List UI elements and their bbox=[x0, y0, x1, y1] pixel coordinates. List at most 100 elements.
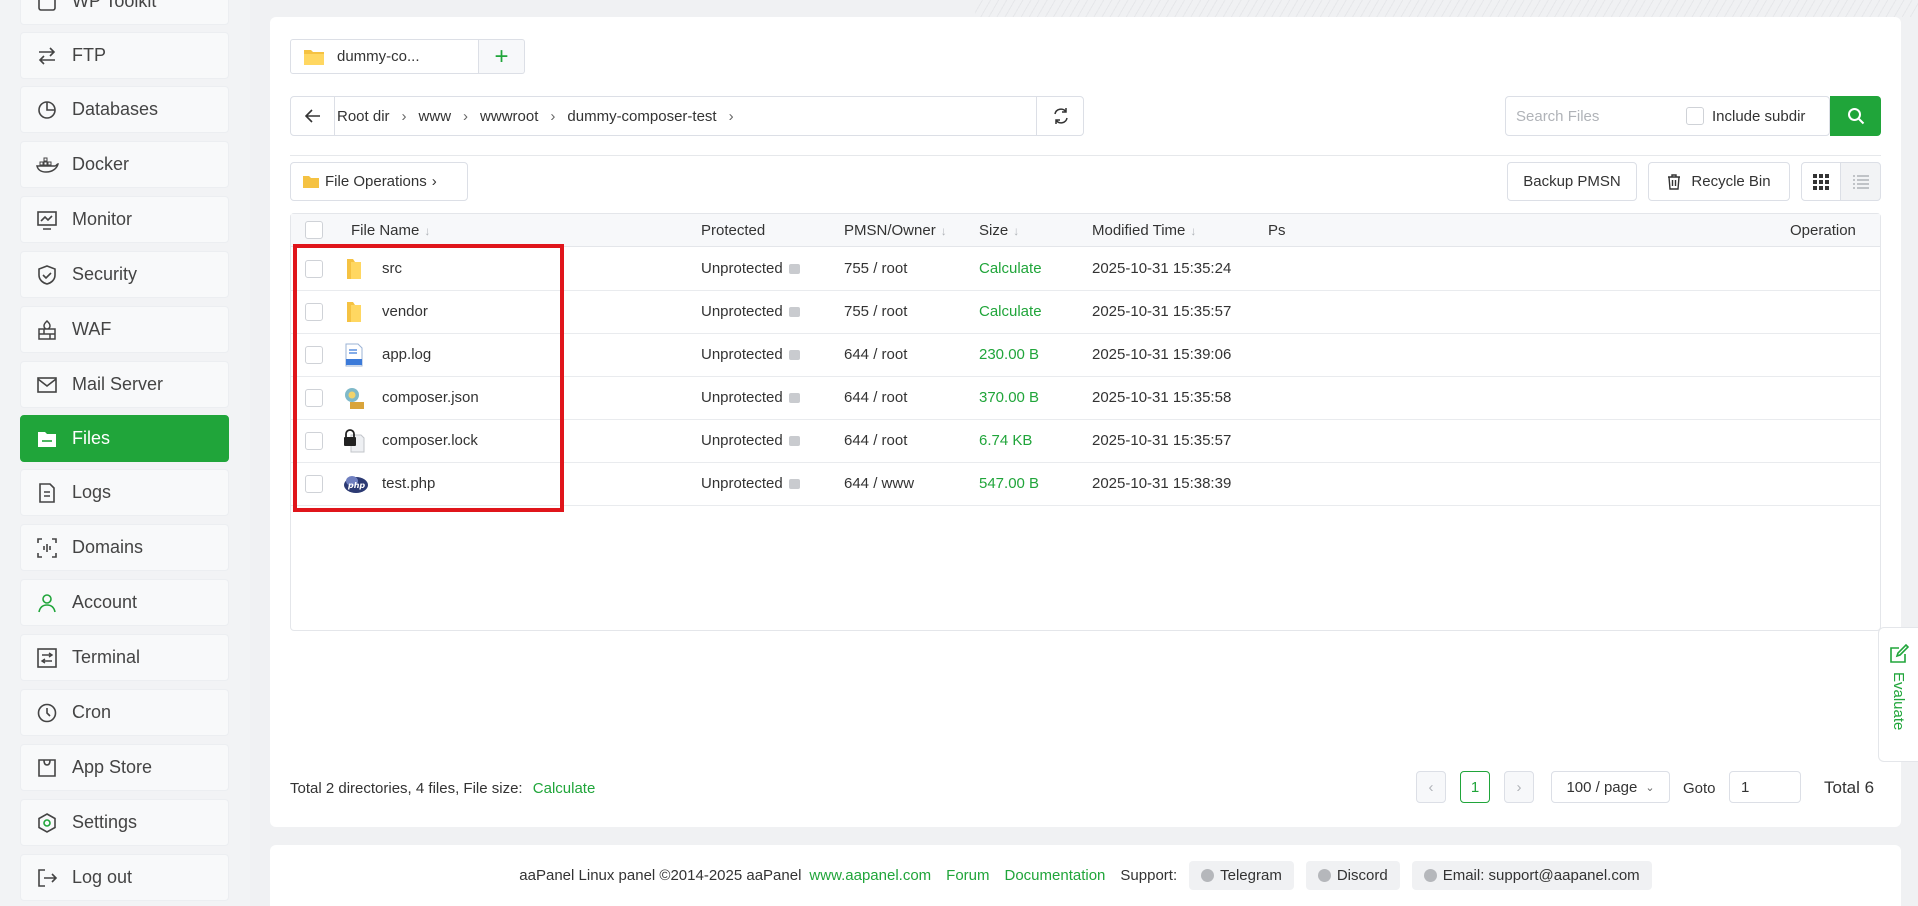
column-file-name[interactable]: File Name ↓ bbox=[351, 222, 430, 239]
discord-button[interactable]: Discord bbox=[1305, 861, 1400, 890]
documentation-link[interactable]: Documentation bbox=[1005, 867, 1106, 884]
folder-icon bbox=[304, 48, 324, 65]
page-1-button[interactable]: 1 bbox=[1460, 771, 1490, 803]
sidebar-item-app-store[interactable]: App Store bbox=[20, 744, 229, 791]
file-operations-button[interactable]: File Operations › bbox=[290, 162, 468, 201]
sidebar-item-settings[interactable]: Settings bbox=[20, 799, 229, 846]
sidebar-item-wp-toolkit[interactable]: WP Toolkit bbox=[20, 0, 229, 25]
sidebar-item-ftp[interactable]: FTP bbox=[20, 32, 229, 79]
discord-label: Discord bbox=[1336, 867, 1388, 884]
refresh-button[interactable] bbox=[1036, 96, 1084, 136]
breadcrumb-item[interactable]: www bbox=[419, 108, 452, 125]
page-size-value: 100 / page bbox=[1566, 778, 1638, 796]
column-size[interactable]: Size ↓ bbox=[979, 222, 1019, 239]
telegram-button[interactable]: Telegram bbox=[1189, 861, 1294, 890]
pmsn-owner[interactable]: 755 / root bbox=[844, 260, 907, 277]
breadcrumb-item[interactable]: wwwroot bbox=[480, 108, 538, 125]
email-button[interactable]: Email: support@aapanel.com bbox=[1411, 861, 1652, 890]
pmsn-owner[interactable]: 755 / root bbox=[844, 303, 907, 320]
size-value[interactable]: Calculate bbox=[979, 260, 1042, 277]
protection-status[interactable]: Unprotected bbox=[701, 260, 800, 277]
sidebar-item-account[interactable]: Account bbox=[20, 579, 229, 626]
sidebar: WP Toolkit FTP Databases Docker Monitor … bbox=[0, 0, 250, 906]
chevron-right-icon: › bbox=[401, 107, 407, 125]
sidebar-item-label: Files bbox=[72, 428, 111, 448]
path-bar[interactable]: Root dir › www › wwwroot › dummy-composer-t… bbox=[290, 96, 1084, 136]
size-value[interactable]: 6.74 KB bbox=[979, 432, 1032, 449]
size-value[interactable]: 230.00 B bbox=[979, 346, 1039, 363]
unlock-icon bbox=[788, 264, 800, 274]
folder-icon bbox=[303, 175, 319, 188]
sidebar-item-monitor[interactable]: Monitor bbox=[20, 196, 229, 243]
next-page-button[interactable]: › bbox=[1504, 771, 1534, 803]
sidebar-item-databases[interactable]: Databases bbox=[20, 86, 229, 133]
evaluate-tab[interactable]: Evaluate bbox=[1878, 627, 1918, 762]
sidebar-item-label: Domains bbox=[72, 537, 144, 557]
sidebar-item-domains[interactable]: Domains bbox=[20, 524, 229, 571]
file-operations-label: File Operations bbox=[325, 173, 427, 190]
goto-page-value: 1 bbox=[1741, 778, 1750, 796]
pmsn-owner[interactable]: 644 / www bbox=[844, 475, 914, 492]
protection-status[interactable]: Unprotected bbox=[701, 475, 800, 492]
recycle-bin-button[interactable]: Recycle Bin bbox=[1648, 162, 1790, 201]
sidebar-item-docker[interactable]: Docker bbox=[20, 141, 229, 188]
sidebar-item-terminal[interactable]: Terminal bbox=[20, 634, 229, 681]
search-input[interactable]: Search Files bbox=[1516, 108, 1686, 125]
modified-time: 2025-10-31 15:39:06 bbox=[1092, 346, 1232, 363]
column-label: Ps bbox=[1268, 222, 1286, 239]
size-value[interactable]: 370.00 B bbox=[979, 389, 1039, 406]
list-view-button[interactable] bbox=[1840, 162, 1881, 201]
page-size-select[interactable]: 100 / page ⌄ bbox=[1551, 771, 1670, 803]
modified-time: 2025-10-31 15:35:58 bbox=[1092, 389, 1232, 406]
grid-view-button[interactable] bbox=[1801, 162, 1841, 201]
pmsn-owner[interactable]: 644 / root bbox=[844, 389, 907, 406]
protection-status[interactable]: Unprotected bbox=[701, 389, 800, 406]
sidebar-item-mail-server[interactable]: Mail Server bbox=[20, 361, 229, 408]
sidebar-item-label: Settings bbox=[72, 812, 138, 832]
sort-icon: ↓ bbox=[424, 223, 431, 238]
protection-status[interactable]: Unprotected bbox=[701, 432, 800, 449]
protection-status[interactable]: Unprotected bbox=[701, 303, 800, 320]
size-value[interactable]: 547.00 B bbox=[979, 475, 1039, 492]
backup-pmsn-button[interactable]: Backup PMSN bbox=[1507, 162, 1637, 201]
column-pmsn-owner[interactable]: PMSN/Owner ↓ bbox=[844, 222, 947, 239]
select-all-checkbox[interactable] bbox=[305, 221, 323, 239]
aapanel-site-link[interactable]: www.aapanel.com bbox=[809, 867, 931, 884]
sidebar-item-label: Log out bbox=[72, 867, 133, 887]
shield-icon bbox=[34, 262, 60, 288]
sidebar-item-log-out[interactable]: Log out bbox=[20, 854, 229, 901]
pmsn-owner[interactable]: 644 / root bbox=[844, 432, 907, 449]
sidebar-item-label: Cron bbox=[72, 702, 112, 722]
sidebar-item-cron[interactable]: Cron bbox=[20, 689, 229, 736]
back-button[interactable] bbox=[291, 97, 335, 135]
folder-icon bbox=[34, 426, 60, 452]
sidebar-item-files[interactable]: Files bbox=[20, 415, 229, 462]
edit-icon bbox=[1889, 644, 1909, 663]
goto-page-input[interactable]: 1 bbox=[1729, 771, 1801, 803]
trash-icon bbox=[1667, 173, 1681, 190]
terminal-icon bbox=[34, 645, 60, 671]
sidebar-item-security[interactable]: Security bbox=[20, 251, 229, 298]
sidebar-item-waf[interactable]: WAF bbox=[20, 306, 229, 353]
sidebar-item-label: Security bbox=[72, 264, 138, 284]
include-subdir-checkbox[interactable] bbox=[1686, 107, 1704, 125]
add-tab-button[interactable]: + bbox=[479, 39, 525, 74]
sidebar-item-label: Mail Server bbox=[72, 374, 164, 394]
sidebar-item-logs[interactable]: Logs bbox=[20, 469, 229, 516]
search-button[interactable] bbox=[1830, 96, 1881, 136]
protection-status[interactable]: Unprotected bbox=[701, 346, 800, 363]
include-subdir-label: Include subdir bbox=[1712, 107, 1806, 125]
pmsn-owner[interactable]: 644 / root bbox=[844, 346, 907, 363]
forum-link[interactable]: Forum bbox=[946, 867, 989, 884]
column-modified-time[interactable]: Modified Time ↓ bbox=[1092, 222, 1196, 239]
prev-page-button[interactable]: ‹ bbox=[1416, 771, 1446, 803]
user-icon bbox=[34, 590, 60, 616]
breadcrumb-item[interactable]: dummy-composer-test bbox=[567, 108, 716, 125]
tab-dummy-composer[interactable]: dummy-co... bbox=[290, 39, 479, 74]
breadcrumb-item[interactable]: Root dir bbox=[337, 108, 390, 125]
calculate-size-link[interactable]: Calculate bbox=[533, 780, 596, 797]
size-value[interactable]: Calculate bbox=[979, 303, 1042, 320]
store-icon bbox=[34, 755, 60, 781]
column-label: PMSN/Owner bbox=[844, 222, 936, 239]
sidebar-item-label: Databases bbox=[72, 99, 159, 119]
